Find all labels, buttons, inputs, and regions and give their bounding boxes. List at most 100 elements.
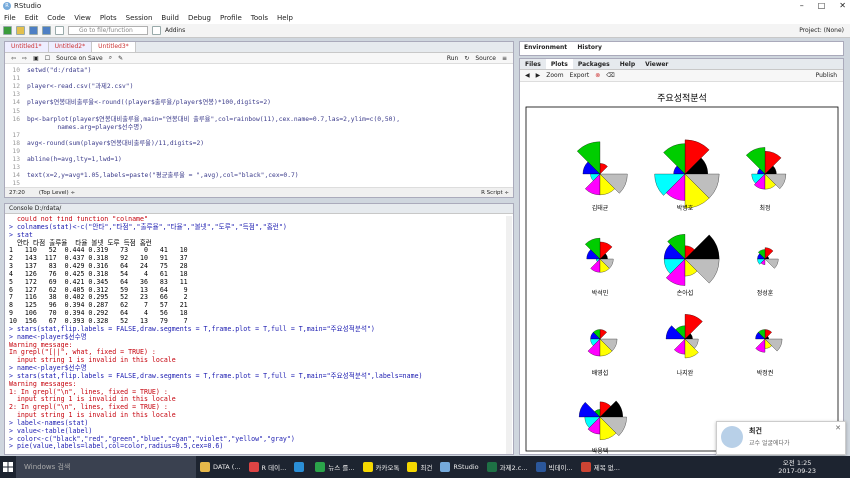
wand-icon[interactable]: ✎: [118, 55, 123, 62]
task-label: 과제2.c...: [499, 464, 528, 472]
task-ie[interactable]: [290, 456, 311, 478]
task-chrome[interactable]: R 데이...: [245, 456, 291, 478]
source-on-save-checkbox[interactable]: ☐: [45, 55, 50, 62]
back-arrow-icon[interactable]: ⇦: [11, 55, 16, 62]
tab-files[interactable]: Files: [520, 59, 546, 69]
star-segments: 김태균 박병호 최정박석민 손아섭 정성훈배영섭 나지완 박정권박용택: [576, 139, 787, 454]
console-line: > pie(value,labels=label,col=color,radiu…: [9, 442, 224, 451]
code-text: text(x=2,y=avg*1.05,labels=paste("평균출루율 …: [27, 172, 299, 180]
tab-untitled2[interactable]: Untitled2*: [48, 42, 93, 52]
star-label: 나지완: [677, 369, 694, 377]
star-segment: [590, 258, 601, 273]
publish-button[interactable]: Publish: [816, 72, 843, 79]
task-untitled[interactable]: 제목 없...: [577, 456, 624, 478]
taskbar-search[interactable]: Windows 검색: [16, 456, 196, 478]
broom-icon[interactable]: ⌫: [606, 72, 614, 79]
menu-debug[interactable]: Debug: [188, 14, 211, 22]
menu-plots[interactable]: Plots: [100, 14, 117, 22]
save-icon[interactable]: [29, 26, 38, 35]
minimize-icon[interactable]: –: [800, 1, 804, 10]
save-icon[interactable]: ▣: [33, 55, 39, 62]
star-label: 박용택: [592, 447, 609, 454]
tab-packages[interactable]: Packages: [573, 59, 615, 69]
window-titlebar: R RStudio – □ ✕: [0, 0, 850, 12]
task-rstudio[interactable]: RStudio: [436, 456, 482, 478]
open-file-icon[interactable]: [16, 26, 25, 35]
next-plot-icon[interactable]: ▶: [536, 72, 541, 79]
stars-plot: 주요성적분석 김태균 박병호 최정박석민 손아섭 정성훈배영섭 나지완 박정권박용택: [525, 92, 839, 454]
code-text: names.arg=player$선수명): [27, 123, 143, 131]
close-icon[interactable]: ✕: [835, 424, 841, 432]
task-bigdata[interactable]: 빅데이...: [532, 456, 577, 478]
menu-code[interactable]: Code: [47, 14, 65, 22]
task-chat[interactable]: 최건: [403, 456, 436, 478]
source-editor: Untitled1* Untitled2* Untitled3* ⇦ ⇨ ▣ ☐…: [4, 41, 514, 198]
tab-help[interactable]: Help: [615, 59, 640, 69]
menu-build[interactable]: Build: [161, 14, 179, 22]
tab-plots[interactable]: Plots: [545, 59, 573, 69]
taskbar: Windows 검색 DATA (... R 데이... 뉴스 를... 카카오…: [0, 456, 850, 478]
ie-icon: [294, 462, 305, 472]
task-news[interactable]: 뉴스 를...: [311, 456, 358, 478]
project-menu[interactable]: Project: (None): [799, 27, 844, 34]
console-line: > name<-player$선수명: [9, 332, 87, 341]
outline-icon[interactable]: ≡: [502, 55, 513, 62]
layout-icon[interactable]: [152, 26, 161, 35]
scope-indicator[interactable]: (Top Level) ÷: [39, 190, 75, 196]
start-button[interactable]: [0, 456, 16, 478]
code-text: abline(h=avg,lty=1,lwd=1): [27, 156, 122, 164]
window-controls: – □ ✕: [800, 1, 846, 10]
new-file-icon[interactable]: [3, 26, 12, 35]
window-title: RStudio: [14, 2, 42, 10]
notification-title: 최건: [749, 427, 762, 435]
editor-tabs: Untitled1* Untitled2* Untitled3*: [5, 42, 513, 53]
run-button[interactable]: Run: [447, 55, 459, 62]
search-icon[interactable]: ⌕: [109, 54, 112, 62]
file-type-indicator[interactable]: R Script ÷: [481, 190, 509, 196]
prev-plot-icon[interactable]: ◀: [525, 72, 530, 79]
source-button[interactable]: Source: [475, 55, 496, 62]
zoom-button[interactable]: Zoom: [546, 72, 563, 79]
star-segment: [764, 247, 774, 260]
addins-menu[interactable]: Addins: [165, 27, 185, 34]
forward-arrow-icon[interactable]: ⇨: [22, 55, 27, 62]
console-scrollbar[interactable]: [506, 216, 512, 454]
code-area[interactable]: 10 setwd("d:/rdata") 11 12 player<-read.csv(…: [5, 66, 513, 187]
menu-view[interactable]: View: [74, 14, 91, 22]
task-explorer[interactable]: DATA (...: [196, 456, 245, 478]
paint-icon: [580, 462, 591, 472]
tab-environment[interactable]: Environment: [520, 42, 571, 53]
kakaotalk-icon: [362, 462, 373, 472]
remove-plot-icon[interactable]: ⊗: [595, 72, 600, 79]
files-pane: Files Plots Packages Help Viewer ◀ ▶ Zoo…: [519, 58, 844, 455]
kakaotalk-icon: [407, 462, 418, 472]
console-output[interactable]: could not find function "colname" > colna…: [9, 216, 505, 454]
system-clock[interactable]: 오전 1:25 2017-09-23: [778, 459, 816, 475]
star-label: 박석민: [592, 289, 609, 297]
rerun-icon[interactable]: ↻: [464, 55, 469, 62]
close-icon[interactable]: ✕: [839, 1, 846, 10]
menu-tools[interactable]: Tools: [251, 14, 268, 22]
maximize-icon[interactable]: □: [818, 1, 826, 10]
tab-untitled1[interactable]: Untitled1*: [5, 42, 49, 52]
menu-edit[interactable]: Edit: [25, 14, 39, 22]
code-text: player$연봉대비출루율<-round((player$출루율/player…: [27, 99, 271, 107]
task-excel[interactable]: 과제2.c...: [483, 456, 532, 478]
print-icon[interactable]: [55, 26, 64, 35]
tab-history[interactable]: History: [573, 42, 606, 53]
plot-toolbar: ◀ ▶ Zoom Export ⊗ ⌫ Publish: [520, 70, 843, 82]
tab-viewer[interactable]: Viewer: [640, 59, 673, 69]
tab-untitled3[interactable]: Untitled3*: [92, 42, 136, 52]
chat-notification[interactable]: 최건 교수 얼굴에다가 ✕: [716, 421, 846, 455]
goto-file-input[interactable]: Go to file/function: [68, 26, 148, 35]
menu-bar: File Edit Code View Plots Session Build …: [0, 12, 850, 24]
star-segment: [663, 143, 686, 175]
windows-logo-icon: [3, 462, 13, 472]
save-all-icon[interactable]: [42, 26, 51, 35]
menu-session[interactable]: Session: [126, 14, 153, 22]
menu-profile[interactable]: Profile: [220, 14, 242, 22]
menu-file[interactable]: File: [4, 14, 16, 22]
export-button[interactable]: Export: [570, 72, 590, 79]
task-kakaotalk[interactable]: 카카오톡: [359, 456, 404, 478]
menu-help[interactable]: Help: [277, 14, 293, 22]
